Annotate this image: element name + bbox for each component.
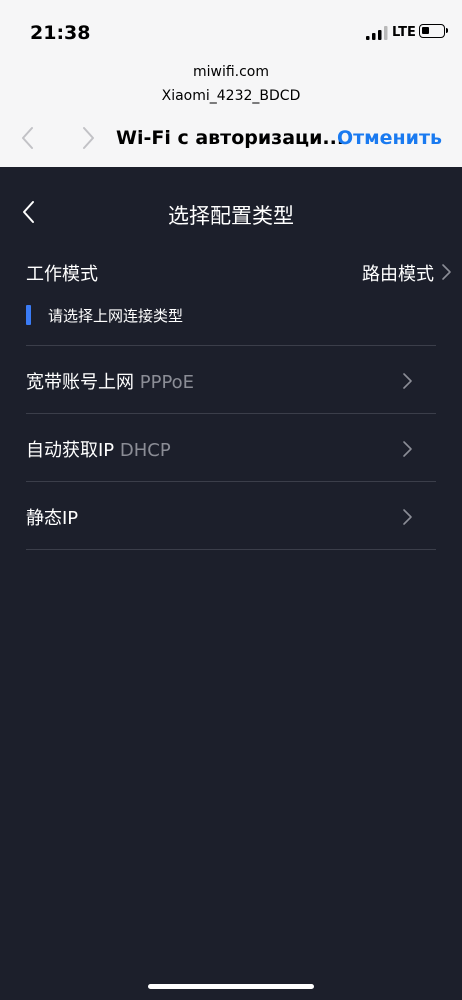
status-bar: 21:38 LTE: [0, 0, 462, 66]
home-indicator[interactable]: [148, 984, 314, 989]
option-dhcp[interactable]: 自动获取IP DHCP: [0, 414, 462, 481]
chevron-right-icon: [403, 373, 412, 389]
option-protocol: PPPoE: [139, 372, 195, 393]
divider: [26, 549, 436, 550]
option-label: 静态IP: [26, 508, 79, 529]
chevron-right-icon: [442, 264, 451, 280]
browser-nav-bar: Wi-Fi с авторизаци... Отменить: [0, 117, 462, 163]
back-chevron-icon[interactable]: [18, 125, 40, 151]
url-domain: miwifi.com: [192, 64, 270, 80]
work-mode-value[interactable]: 路由模式: [362, 260, 434, 286]
section-marker: [26, 305, 31, 325]
option-pppoe[interactable]: 宽带账号上网 PPPoE: [0, 346, 462, 413]
cancel-button[interactable]: Отменить: [337, 127, 442, 149]
option-label: 自动获取IP DHCP: [26, 440, 171, 461]
option-protocol: DHCP: [119, 440, 171, 461]
network-label: LTE: [392, 25, 416, 40]
section-hint: 请选择上网连接类型: [48, 307, 184, 325]
option-static-ip[interactable]: 静态IP: [0, 482, 462, 549]
option-label: 宽带账号上网 PPPoE: [26, 372, 195, 393]
url-network-name: Xiaomi_4232_BDCD: [161, 88, 301, 104]
forward-chevron-icon[interactable]: [77, 125, 99, 151]
signal-icon: [366, 26, 388, 40]
page-title: Wi-Fi с авторизаци...: [116, 127, 345, 149]
battery-icon: [419, 24, 448, 38]
screen-title: 选择配置类型: [168, 204, 294, 228]
browser-chrome: 21:38 LTE miwifi.com Xiaomi_4232_BDCD Wi…: [0, 0, 462, 167]
router-setup-screen: 选择配置类型 工作模式 路由模式 请选择上网连接类型 宽带账号上网 PPPoE …: [0, 167, 462, 1000]
work-mode-label: 工作模式: [26, 264, 98, 285]
status-time: 21:38: [30, 22, 91, 44]
chevron-right-icon: [403, 509, 412, 525]
chevron-right-icon: [403, 441, 412, 457]
